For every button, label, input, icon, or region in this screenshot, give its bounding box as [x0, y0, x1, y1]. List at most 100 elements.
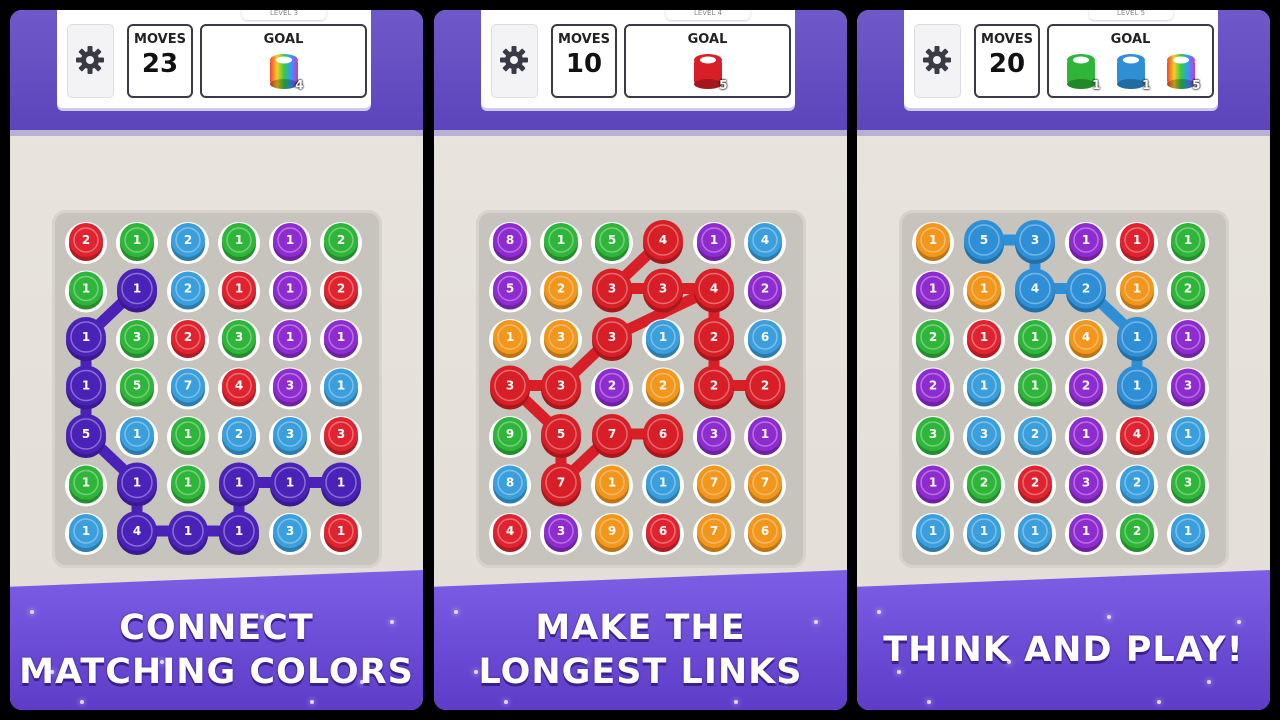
piece-number: 3 — [710, 427, 718, 441]
piece-number: 2 — [1184, 282, 1192, 296]
piece-number: 2 — [608, 379, 616, 393]
piece-number: 2 — [659, 379, 667, 393]
piece-number: 1 — [286, 476, 294, 490]
piece-number: 4 — [235, 379, 243, 393]
piece-number: 8 — [506, 476, 514, 490]
piece-number: 3 — [608, 282, 616, 296]
piece-number: 1 — [184, 427, 192, 441]
piece-number: 1 — [337, 379, 345, 393]
piece-number: 3 — [1031, 233, 1039, 247]
piece-number: 3 — [1184, 476, 1192, 490]
piece-number: 4 — [1082, 330, 1090, 344]
piece-number: 1 — [659, 330, 667, 344]
piece-number: 3 — [557, 524, 565, 538]
piece-number: 3 — [235, 330, 243, 344]
piece-number: 1 — [1031, 524, 1039, 538]
piece-number: 2 — [929, 330, 937, 344]
pieces-layer: 1 5 3 1 1 1 1 1 4 2 1 2 2 1 1 4 1 1 2 1 … — [912, 220, 1209, 555]
piece-number: 7 — [710, 476, 718, 490]
piece-number: 2 — [235, 427, 243, 441]
piece-number: 1 — [1133, 379, 1141, 393]
piece-number: 7 — [608, 427, 616, 441]
piece-number: 1 — [82, 476, 90, 490]
piece-number: 3 — [1082, 476, 1090, 490]
piece-number: 9 — [506, 427, 514, 441]
piece-number: 5 — [557, 427, 565, 441]
pieces-layer: 2 1 2 1 1 2 1 1 2 1 1 2 1 3 2 3 1 1 1 5 … — [65, 222, 362, 555]
game-screenshot-panel: LEVEL 5 MOVES 20 GOAL 1 1 5 THINK AND PL… — [857, 10, 1270, 710]
piece-number: 4 — [133, 524, 141, 538]
piece-number: 1 — [286, 330, 294, 344]
piece-number: 3 — [608, 330, 616, 344]
piece-number: 1 — [506, 330, 514, 344]
piece-number: 2 — [184, 233, 192, 247]
piece-number: 9 — [608, 524, 616, 538]
piece-number: 3 — [506, 379, 514, 393]
piece-number: 5 — [608, 233, 616, 247]
piece-number: 7 — [710, 524, 718, 538]
piece-number: 1 — [1184, 233, 1192, 247]
piece-number: 1 — [133, 427, 141, 441]
piece-number: 1 — [133, 233, 141, 247]
piece-number: 6 — [761, 524, 769, 538]
piece-number: 1 — [1082, 524, 1090, 538]
piece-number: 2 — [929, 379, 937, 393]
piece-number: 1 — [1184, 330, 1192, 344]
piece-number: 1 — [82, 282, 90, 296]
piece-number: 2 — [82, 233, 90, 247]
piece-number: 2 — [557, 282, 565, 296]
piece-number: 1 — [1031, 330, 1039, 344]
piece-number: 5 — [980, 233, 988, 247]
piece-number: 1 — [337, 476, 345, 490]
piece-number: 1 — [761, 427, 769, 441]
piece-number: 1 — [337, 330, 345, 344]
game-screenshot-panel: LEVEL 3 MOVES 23 GOAL 4 CONNECT MATCHING… — [10, 10, 423, 710]
piece-number: 3 — [980, 427, 988, 441]
piece-number: 2 — [1031, 427, 1039, 441]
piece-number: 2 — [980, 476, 988, 490]
game-screenshot-panel: LEVEL 4 MOVES 10 GOAL 5 MAKE THE LONGEST… — [434, 10, 847, 710]
piece-number: 1 — [1184, 524, 1192, 538]
piece-number: 3 — [286, 427, 294, 441]
piece-number: 2 — [1133, 476, 1141, 490]
piece-number: 1 — [1133, 282, 1141, 296]
piece-number: 1 — [980, 524, 988, 538]
piece-number: 1 — [286, 282, 294, 296]
piece-number: 1 — [1184, 427, 1192, 441]
piece-number: 3 — [286, 524, 294, 538]
piece-number: 1 — [337, 524, 345, 538]
piece-number: 1 — [659, 476, 667, 490]
piece-number: 3 — [337, 427, 345, 441]
piece-number: 2 — [710, 379, 718, 393]
piece-number: 3 — [557, 330, 565, 344]
piece-number: 1 — [980, 330, 988, 344]
piece-number: 3 — [557, 379, 565, 393]
piece-number: 2 — [1082, 379, 1090, 393]
piece-number: 1 — [1031, 379, 1039, 393]
piece-number: 1 — [929, 282, 937, 296]
piece-number: 1 — [1133, 330, 1141, 344]
piece-number: 1 — [82, 379, 90, 393]
piece-number: 1 — [1133, 233, 1141, 247]
piece-number: 8 — [506, 233, 514, 247]
piece-number: 4 — [710, 282, 718, 296]
piece-number: 5 — [82, 427, 90, 441]
piece-number: 1 — [929, 476, 937, 490]
piece-number: 3 — [659, 282, 667, 296]
piece-number: 4 — [761, 233, 769, 247]
piece-number: 1 — [980, 379, 988, 393]
piece-number: 2 — [710, 330, 718, 344]
piece-number: 4 — [659, 233, 667, 247]
piece-number: 6 — [761, 330, 769, 344]
piece-number: 1 — [557, 233, 565, 247]
piece-number: 1 — [286, 233, 294, 247]
piece-number: 1 — [1082, 233, 1090, 247]
piece-number: 1 — [184, 476, 192, 490]
piece-number: 1 — [235, 476, 243, 490]
piece-number: 7 — [761, 476, 769, 490]
piece-number: 1 — [929, 524, 937, 538]
piece-number: 5 — [133, 379, 141, 393]
piece-number: 3 — [286, 379, 294, 393]
piece-number: 2 — [184, 282, 192, 296]
piece-number: 6 — [659, 524, 667, 538]
